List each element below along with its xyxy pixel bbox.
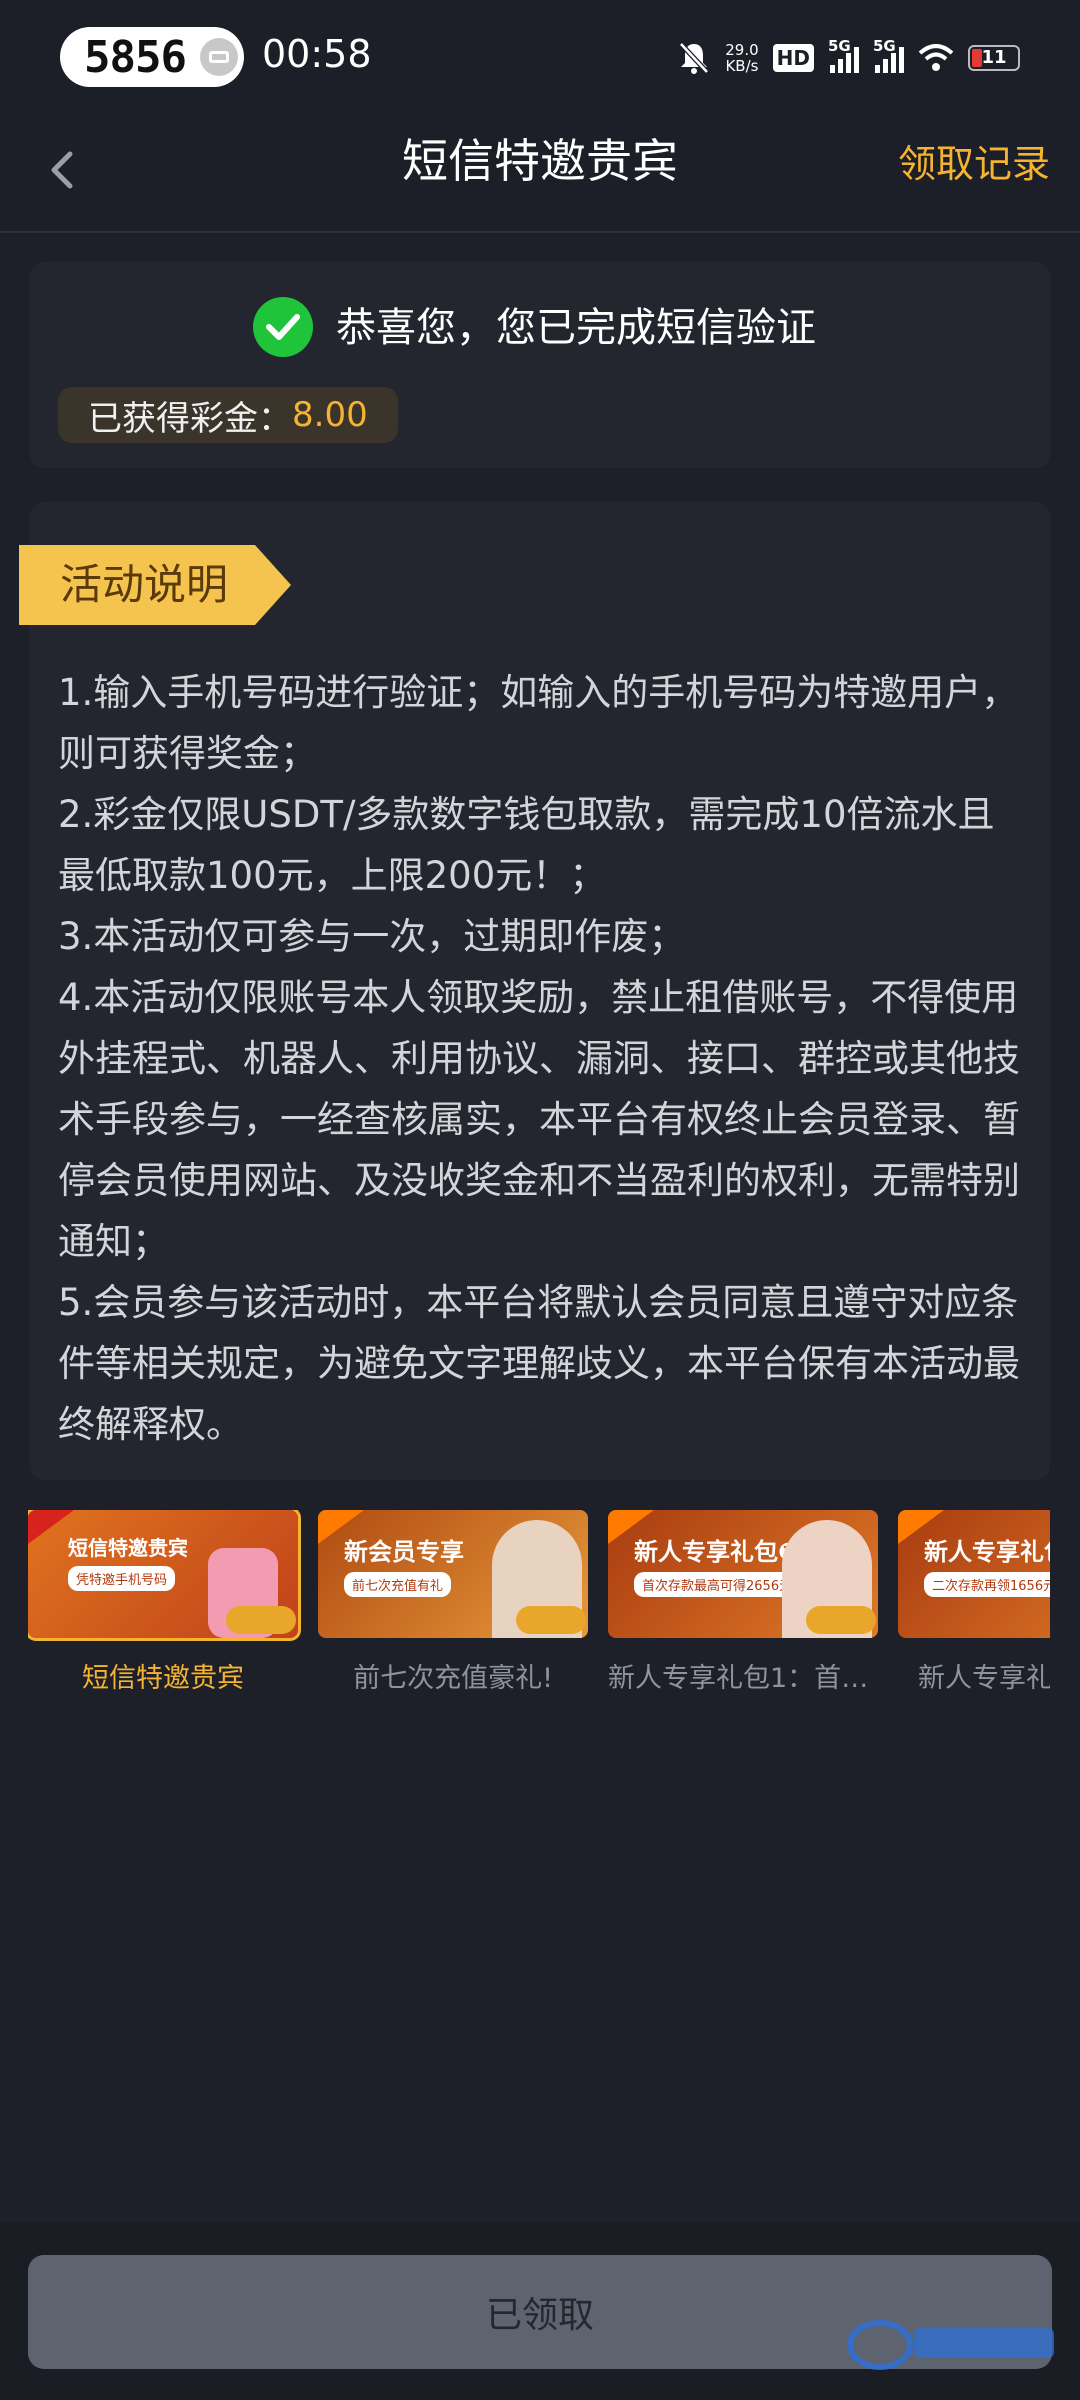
promo-tab-label: 新人专享礼包1：首次存款... [608,1663,878,1694]
bonus-value: 8.00 [292,395,368,435]
promo-banner-image: 新人专享礼包❶ 首次存款最高可得2656元 [608,1510,878,1638]
status-icons: 29.0 KB/s HD 5G 5G 11 [677,30,1020,86]
rules-text: 1.输入手机号码进行验证；如输入的手机号码为特邀用户，则可获得奖金； 2.彩金仅… [58,662,1020,1455]
rule-line-5: 5.会员参与该活动时，本平台将默认会员同意且遵守对应条件等相关规定，为避免文字理… [58,1281,1020,1446]
signal-sim2-icon: 5G [873,37,904,73]
rule-line-3: 3.本活动仅可参与一次，过期即作废； [58,915,686,958]
message-icon [199,38,238,76]
hd-icon: HD [772,44,814,72]
bonus-badge: 已获得彩金： 8.00 [58,387,398,443]
rule-line-1: 1.输入手机号码进行验证；如输入的手机号码为特邀用户，则可获得奖金； [58,671,1019,775]
notification-badge-pill: 5856 [60,27,244,87]
network-speed: 29.0 KB/s [725,41,759,75]
promo-banner-image: 新人专享礼包❷ 二次存款再领1656元 [898,1510,1050,1638]
rule-line-4: 4.本活动仅限账号本人领取奖励，禁止租借账号，不得使用外挂程式、机器人、利用协议… [58,976,1020,1263]
mute-bell-icon [679,42,710,74]
battery-icon: 11 [968,45,1020,71]
promo-tab-label: 新人专享礼包2 [918,1663,1050,1694]
claim-records-link[interactable]: 领取记录 [898,138,1050,190]
badge-number: 5856 [84,31,187,83]
wifi-icon [918,44,954,71]
clock: 00:58 [262,32,372,76]
rules-title: 活动说明 [60,560,229,609]
signal-sim1-icon: 5G [828,37,859,73]
promo-tab-strip[interactable]: 短信特邀贵宾 凭特邀手机号码 短信特邀贵宾 新会员专享 前七次充值有礼 前七次充… [28,1510,1050,1710]
watermark-logo [847,2320,1054,2370]
bonus-label: 已获得彩金： [88,398,292,439]
verification-message: 恭喜您，您已完成短信验证 [336,305,816,351]
promo-banner-image: 短信特邀贵宾 凭特邀手机号码 [28,1510,301,1641]
check-circle-icon [253,297,313,357]
promo-banner-image: 新会员专享 前七次充值有礼 [318,1510,588,1638]
rule-line-2: 2.彩金仅限USDT/多款数字钱包取款，需完成10倍流水且最低取款100元，上限… [58,793,995,897]
promo-tab-label: 前七次充值豪礼! [353,1663,553,1694]
promo-tab-label: 短信特邀贵宾 [82,1663,244,1694]
